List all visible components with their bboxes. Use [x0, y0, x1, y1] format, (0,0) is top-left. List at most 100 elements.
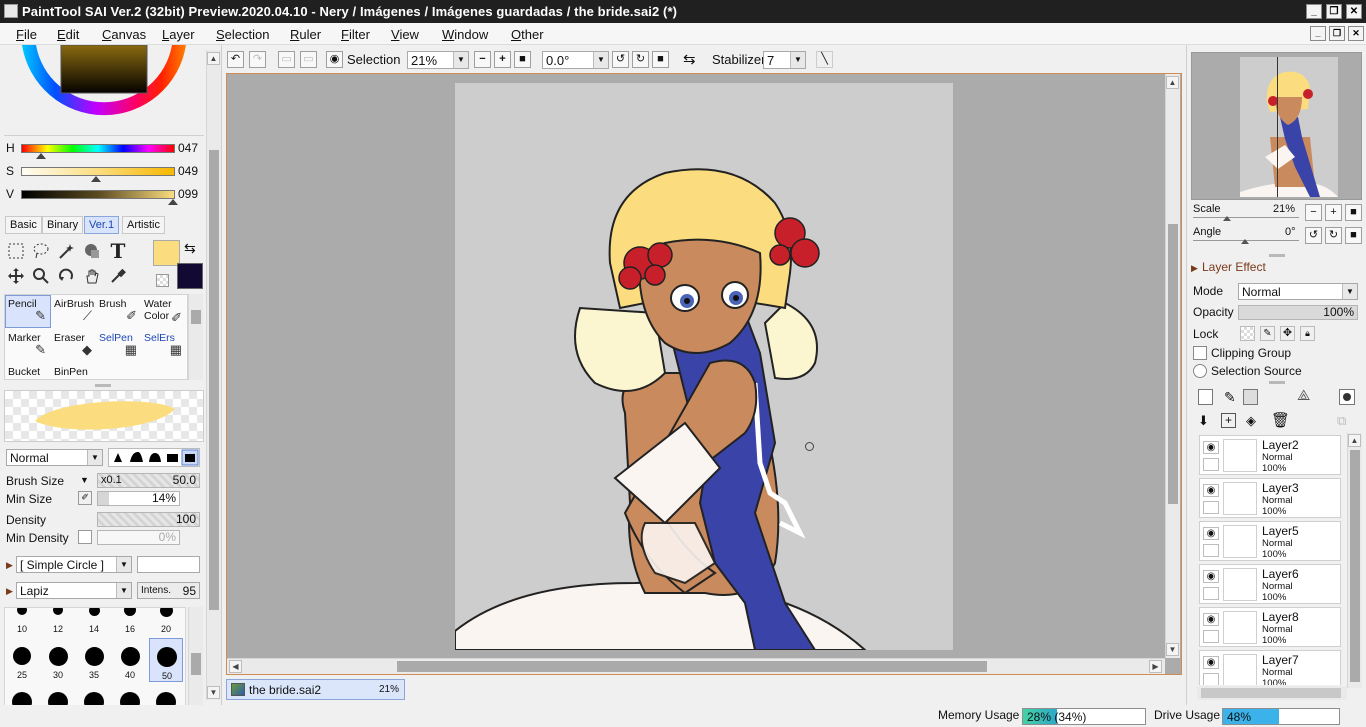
canvas-horizontal-scrollbar[interactable] [227, 658, 1165, 674]
navigator-preview[interactable] [1191, 52, 1362, 200]
layer-lock-checkbox[interactable] [1203, 587, 1219, 600]
layer-lock-checkbox[interactable] [1203, 673, 1219, 685]
brush-pencil[interactable]: Pencil ✎ [5, 295, 51, 328]
filter-layer-icon[interactable]: ⟁ [1297, 387, 1310, 404]
eye-icon[interactable]: ◉ [326, 51, 343, 68]
brush-blend-mode-select[interactable]: Normal ▼ [6, 449, 103, 466]
canvas-viewport[interactable]: ▲ ▼ ◀ ▶ [226, 73, 1182, 675]
layers-horizontal-scrollbar[interactable] [1197, 686, 1347, 700]
layer-row[interactable]: ◉ Layer5 Normal 100% [1199, 521, 1341, 561]
add-layer-icon[interactable]: + [1221, 413, 1236, 428]
line-tool-icon[interactable]: ╲ [816, 51, 833, 68]
nav-rotate-left-icon[interactable]: ↺ [1305, 227, 1322, 244]
eye-icon[interactable]: ◉ [1203, 656, 1219, 669]
rotate-right-icon[interactable]: ↻ [632, 51, 649, 68]
transparent-color-icon[interactable] [156, 274, 169, 287]
tab-artistic[interactable]: Artistic [122, 216, 165, 234]
brush-size-cell[interactable]: 12 [41, 608, 75, 636]
doc-minimize-button[interactable]: _ [1310, 26, 1326, 41]
rect-select-icon[interactable] [6, 242, 26, 262]
zoom-in-button[interactable]: + [494, 51, 511, 68]
brush-size-cell[interactable]: 50 [149, 638, 183, 682]
doc-restore-button[interactable]: ❐ [1329, 26, 1345, 41]
brush-brush[interactable]: Brush ✐ [96, 295, 142, 328]
hand-icon[interactable] [82, 267, 102, 287]
layer-opacity-bar[interactable]: 100% [1238, 305, 1358, 320]
brush-size-bar[interactable]: x0.1 50.0 [97, 473, 200, 488]
brush-size-cell[interactable]: 30 [41, 638, 75, 682]
left-panel-scrollbar[interactable] [206, 50, 221, 700]
scroll-left-icon[interactable]: ◀ [229, 660, 242, 673]
zoom-out-button[interactable]: − [474, 51, 491, 68]
brush-size-cell[interactable]: 14 [77, 608, 111, 636]
flip-horizontal-icon[interactable]: ⇆ [683, 50, 696, 68]
min-density-bar[interactable]: 0% [97, 530, 180, 545]
new-linework-layer-icon[interactable]: ✎ [1224, 389, 1236, 406]
layer-lock-checkbox[interactable] [1203, 630, 1219, 643]
brush-size-cell[interactable]: 10 [5, 608, 39, 636]
brush-bucket[interactable]: Bucket [5, 363, 51, 380]
texture-intensity[interactable]: Intens. 95 [137, 582, 200, 599]
menu-other[interactable]: Other [511, 27, 544, 42]
brush-selpen[interactable]: SelPen ▦ [96, 329, 142, 362]
layer-mode-select[interactable]: Normal ▼ [1238, 283, 1358, 300]
shape-icon[interactable] [82, 242, 102, 262]
layer-effect-header[interactable]: Layer Effect [1202, 260, 1266, 274]
hue-pin[interactable] [36, 153, 47, 159]
lock-transparency-icon[interactable] [1240, 326, 1255, 341]
brush-binpen[interactable]: BinPen [51, 363, 97, 380]
menu-file[interactable]: File [16, 27, 37, 42]
clipping-group-checkbox[interactable] [1193, 346, 1207, 360]
min-size-bar[interactable]: 14% [97, 491, 180, 506]
tab-binary[interactable]: Binary [42, 216, 84, 234]
layer-row[interactable]: ◉ Layer7 Normal 100% [1199, 650, 1341, 685]
brush-size-cell[interactable]: 35 [77, 638, 111, 682]
tab-ver1[interactable]: Ver.1 [84, 216, 120, 234]
artwork-canvas[interactable] [455, 83, 953, 650]
scroll-down-icon[interactable]: ▼ [207, 686, 220, 699]
scroll-up-icon[interactable]: ▲ [207, 52, 220, 65]
min-density-checkbox[interactable] [78, 530, 92, 544]
value-slider[interactable]: V 099 [4, 186, 204, 205]
nav-rotate-reset-button[interactable]: ■ [1345, 227, 1362, 244]
new-folder-icon[interactable] [1243, 389, 1258, 405]
scroll-up-icon[interactable]: ▲ [1348, 434, 1361, 447]
merge-down-icon[interactable]: ⬇ [1198, 413, 1209, 429]
brush-size-cell[interactable]: 40 [113, 638, 147, 682]
brush-shape-strength[interactable] [137, 556, 200, 573]
close-button[interactable]: ✕ [1346, 4, 1362, 19]
density-bar[interactable]: 100 [97, 512, 200, 527]
redo-icon[interactable]: ↷ [249, 51, 266, 68]
lock-all-icon[interactable]: 🔒︎ [1300, 326, 1315, 341]
brush-eraser[interactable]: Eraser ◆ [51, 329, 97, 362]
brush-size-cell[interactable]: 20 [149, 608, 183, 636]
brush-selers[interactable]: SelErs ▦ [141, 329, 187, 362]
hue-slider[interactable]: H 047 [4, 140, 204, 159]
menu-layer[interactable]: Layer [162, 27, 195, 42]
brush-shape-select[interactable]: [ Simple Circle ] ▼ [16, 556, 132, 573]
swap-colors-icon[interactable]: ⇆ [184, 240, 196, 257]
layer-row[interactable]: ◉ Layer2 Normal 100% [1199, 435, 1341, 475]
brush-tip-shapes[interactable] [108, 448, 200, 467]
scroll-up-icon[interactable]: ▲ [1166, 76, 1179, 89]
eyedropper-icon[interactable] [108, 267, 128, 287]
eye-icon[interactable]: ◉ [1203, 484, 1219, 497]
selection-source-radio[interactable] [1193, 364, 1207, 378]
chevron-down-icon[interactable]: ▼ [80, 475, 89, 485]
zoom-reset-button[interactable]: ■ [514, 51, 531, 68]
value-pin[interactable] [168, 199, 179, 205]
layer-row[interactable]: ◉ Layer6 Normal 100% [1199, 564, 1341, 604]
menu-window[interactable]: Window [442, 27, 488, 42]
move-icon[interactable] [6, 267, 26, 287]
lasso-icon[interactable] [31, 242, 51, 262]
scale-slider-pin[interactable] [1223, 216, 1231, 221]
mask-layer-icon[interactable] [1339, 389, 1355, 405]
brush-texture-select[interactable]: Lapiz ▼ [16, 582, 132, 599]
stabilizer-select[interactable]: 7 ▼ [763, 51, 806, 69]
lock-move-icon[interactable]: ✥ [1280, 326, 1295, 341]
canvas-vertical-scrollbar[interactable] [1165, 74, 1180, 658]
eye-icon[interactable]: ◉ [1203, 441, 1219, 454]
rotate-reset-button[interactable]: ■ [652, 51, 669, 68]
brush-airbrush[interactable]: AirBrush ⟋ [51, 295, 97, 328]
saturation-slider[interactable]: S 049 [4, 163, 204, 182]
